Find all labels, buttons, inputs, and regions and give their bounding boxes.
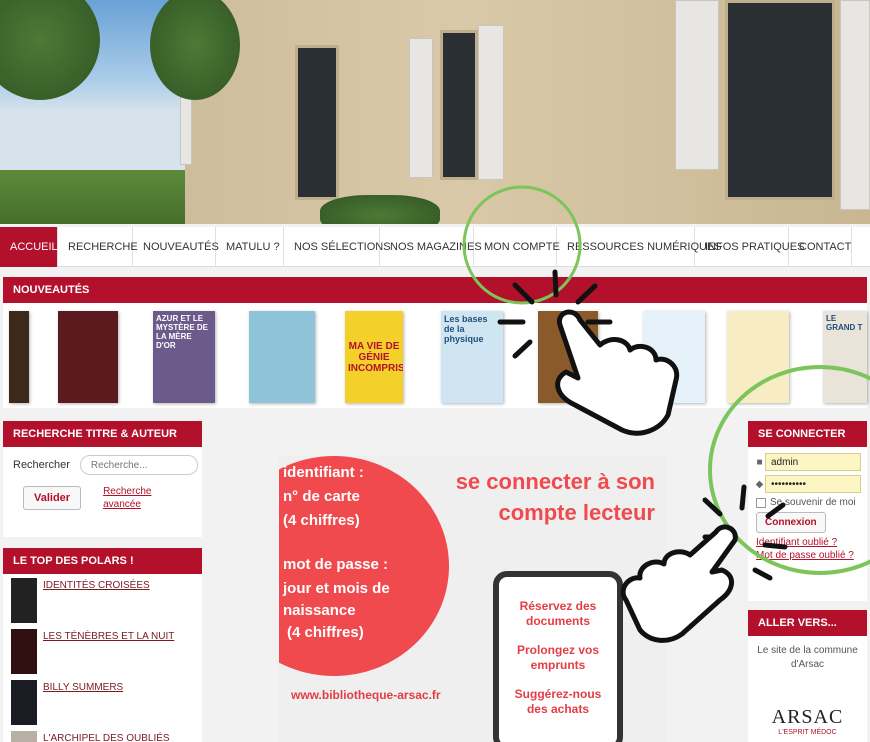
polar-cover [11, 680, 37, 725]
nav-item-mon-compte[interactable]: MON COMPTE [474, 227, 560, 267]
login-button[interactable]: Connexion [756, 512, 826, 533]
arsac-logo-sub: L'ESPRIT MÉDOC [778, 729, 837, 736]
advanced-search-link[interactable]: Recherche avancée [103, 485, 163, 511]
list-item[interactable]: LES TÉNÈBRES ET LA NUIT [3, 625, 202, 676]
book-cover[interactable]: LE GRAND T [823, 311, 867, 403]
banner-building [180, 0, 870, 224]
book-cover[interactable] [538, 311, 598, 403]
nav-item-infos-pratiques[interactable]: INFOS PRATIQUES [695, 227, 804, 267]
remember-checkbox[interactable] [756, 497, 766, 508]
nav-item-nouveautes[interactable]: NOUVEAUTÉS [133, 227, 219, 267]
phone-illustration: Réservez des documents Prolongez vos emp… [493, 571, 623, 742]
flyer-pw-label: mot de passe : [283, 556, 389, 573]
flyer-pw-note: (4 chiffres) [287, 624, 364, 641]
aller-vers-text: Le site de la commune d'Arsac [757, 645, 858, 670]
login-panel-title: SE CONNECTER [748, 421, 867, 447]
search-panel: RECHERCHE TITRE & AUTEUR Rechercher Vali… [3, 421, 202, 537]
nav-item-nos-magazines[interactable]: NOS MAGAZINES [380, 227, 482, 267]
polar-title[interactable]: L'ARCHIPEL DES OUBLIÉS [43, 731, 170, 742]
book-cover[interactable]: Les bases de la physique [441, 311, 503, 403]
search-label: Rechercher [13, 459, 70, 471]
nav-item-accueil[interactable]: ACCUEIL [0, 227, 58, 267]
flyer-bullet: Réservez des documents [519, 599, 597, 628]
flyer-pw-text: jour et mois de [283, 580, 390, 597]
search-submit-button[interactable]: Valider [23, 486, 82, 510]
flyer-bullet: Suggérez-nous des achats [514, 687, 602, 716]
top-polars-panel: LE TOP DES POLARS ! IDENTITÉS CROISÉES L… [3, 548, 202, 742]
nav-item-matulu[interactable]: MATULU ? [216, 227, 284, 267]
forgot-id-link[interactable]: Identifiant oublié ? [756, 537, 859, 548]
flyer-pw-text-2: naissance [283, 602, 356, 619]
nav-item-ressources-numeriques[interactable]: RESSOURCES NUMÉRIQUES [557, 227, 722, 267]
flyer-headline: se connecter à son compte lecteur [455, 469, 655, 525]
polar-title[interactable]: BILLY SUMMERS [43, 680, 123, 693]
header-banner-photo [0, 0, 870, 224]
top-polars-title: LE TOP DES POLARS ! [3, 548, 202, 574]
polar-cover [11, 629, 37, 674]
polar-title[interactable]: LES TÉNÈBRES ET LA NUIT [43, 629, 174, 642]
login-instructions-flyer: identifiant : n° de carte (4 chiffres) m… [279, 456, 667, 742]
nouveautes-carousel: AZUR ET LE MYSTÈRE DE LA MÈRE D'OR MA VI… [3, 303, 867, 408]
book-cover[interactable] [643, 311, 705, 403]
nav-item-nos-selections[interactable]: NOS SÉLECTIONS [284, 227, 391, 267]
user-icon: ■ [756, 456, 763, 468]
book-cover[interactable] [9, 311, 29, 403]
flyer-id-label: identifiant : [283, 464, 364, 481]
flyer-id-text: n° de carte [283, 488, 360, 505]
password-input[interactable] [765, 475, 861, 493]
book-cover[interactable]: MA VIE DE GÉNIE INCOMPRIS [345, 311, 403, 403]
polar-cover [11, 578, 37, 623]
nav-item-recherche[interactable]: RECHERCHE [58, 227, 138, 267]
nouveautes-section: NOUVEAUTÉS AZUR ET LE MYSTÈRE DE LA MÈRE… [3, 277, 867, 408]
list-item[interactable]: IDENTITÉS CROISÉES [3, 574, 202, 625]
login-panel: SE CONNECTER ■ ◆ Se souvenir de moi Conn… [748, 421, 867, 601]
search-input[interactable] [79, 455, 198, 475]
nav-item-contact[interactable]: CONTACT [789, 227, 852, 267]
flyer-id-note: (4 chiffres) [283, 512, 360, 529]
list-item[interactable]: L'ARCHIPEL DES OUBLIÉS [3, 727, 202, 742]
book-cover[interactable]: AZUR ET LE MYSTÈRE DE LA MÈRE D'OR [153, 311, 215, 403]
lock-icon: ◆ [755, 478, 764, 490]
flyer-bullet: Prolongez vos emprunts [516, 643, 599, 672]
login-input[interactable] [765, 453, 861, 471]
polar-title[interactable]: IDENTITÉS CROISÉES [43, 578, 150, 591]
arsac-logo-text: ARSAC [771, 706, 844, 728]
arsac-logo[interactable]: ARSAC L'ESPRIT MÉDOC [748, 706, 867, 736]
list-item[interactable]: BILLY SUMMERS [3, 676, 202, 727]
flyer-url: www.bibliotheque-arsac.fr [291, 688, 441, 702]
book-cover[interactable] [58, 311, 118, 403]
main-nav: ACCUEIL RECHERCHE NOUVEAUTÉS MATULU ? NO… [0, 227, 870, 267]
book-cover[interactable] [727, 311, 789, 403]
remember-label: Se souvenir de moi [770, 497, 856, 508]
polar-cover [11, 731, 37, 742]
book-cover[interactable] [249, 311, 315, 403]
aller-vers-panel: ALLER VERS... Le site de la commune d'Ar… [748, 610, 867, 742]
aller-vers-title: ALLER VERS... [748, 610, 867, 636]
forgot-password-link[interactable]: Mot de passe oublié ? [756, 550, 859, 561]
search-panel-title: RECHERCHE TITRE & AUTEUR [3, 421, 202, 447]
nouveautes-title: NOUVEAUTÉS [3, 277, 867, 303]
